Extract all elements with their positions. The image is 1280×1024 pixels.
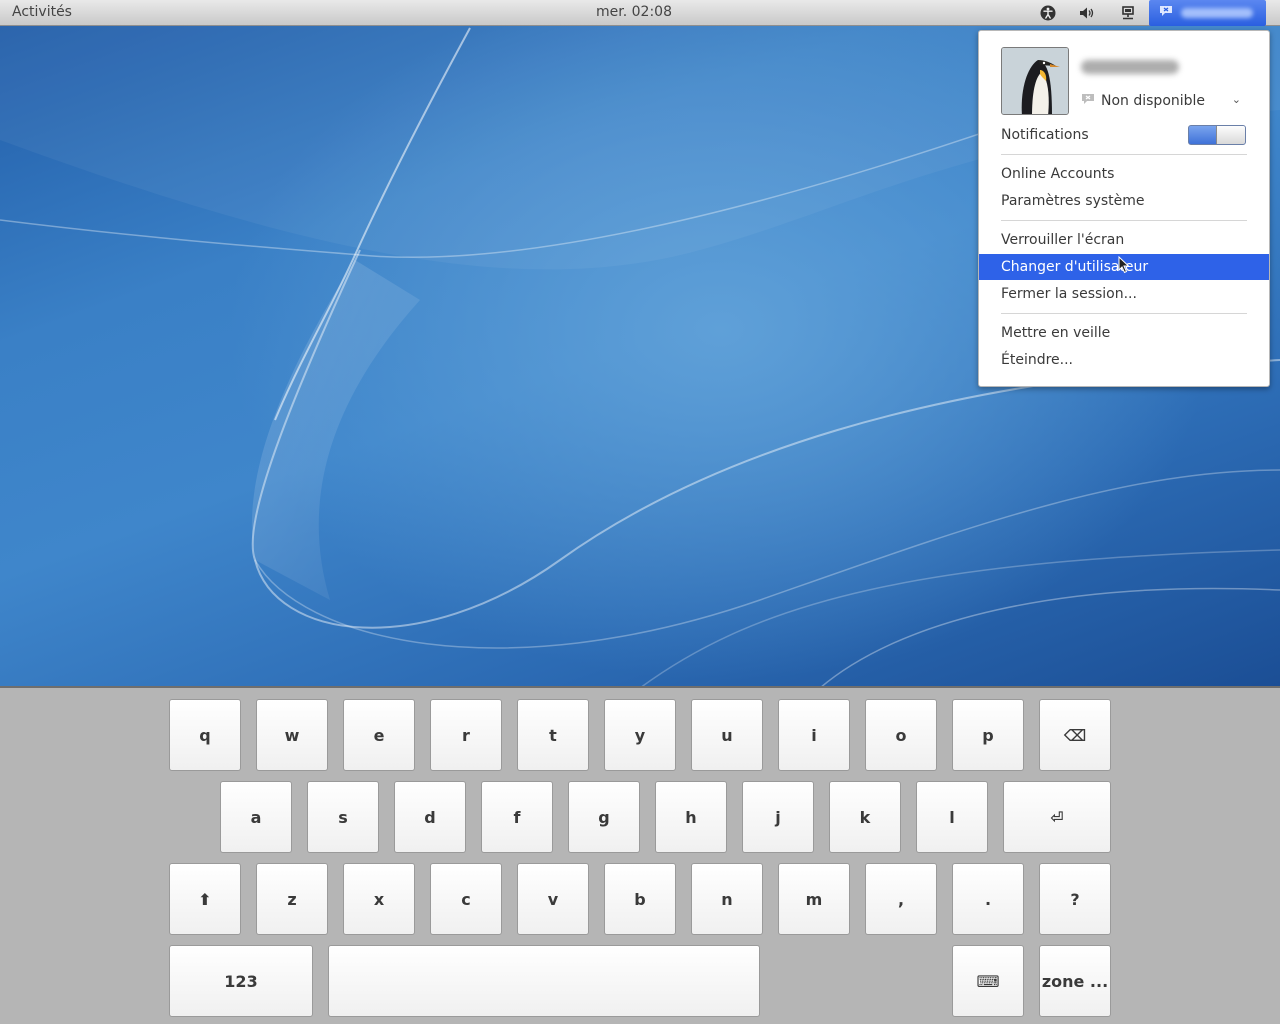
- accessibility-icon[interactable]: [1037, 3, 1059, 23]
- keyboard-hide-icon[interactable]: ⌨: [952, 945, 1024, 1017]
- key-e[interactable]: e: [343, 699, 415, 771]
- menu-item-online-accounts[interactable]: Online Accounts: [979, 161, 1269, 187]
- numbers-key[interactable]: 123: [169, 945, 313, 1017]
- chevron-down-icon: ⌄: [1231, 93, 1241, 106]
- menu-separator: [1001, 313, 1247, 314]
- key-n[interactable]: n: [691, 863, 763, 935]
- menu-item-label: Fermer la session...: [1001, 286, 1137, 302]
- key-period[interactable]: .: [952, 863, 1024, 935]
- key-u[interactable]: u: [691, 699, 763, 771]
- menu-separator: [1001, 220, 1247, 221]
- menu-item-lock-screen[interactable]: Verrouiller l'écran: [979, 227, 1269, 253]
- key-i[interactable]: i: [778, 699, 850, 771]
- key-j[interactable]: j: [742, 781, 814, 853]
- key-x[interactable]: x: [343, 863, 415, 935]
- key-f[interactable]: f: [481, 781, 553, 853]
- key-l[interactable]: l: [916, 781, 988, 853]
- key-c[interactable]: c: [430, 863, 502, 935]
- toggle-knob: [1216, 126, 1245, 144]
- menu-item-power-off[interactable]: Éteindre...: [979, 347, 1269, 373]
- menu-item-label: Verrouiller l'écran: [1001, 232, 1125, 248]
- menu-item-system-settings[interactable]: Paramètres système: [979, 188, 1269, 214]
- menu-item-suspend[interactable]: Mettre en veille: [979, 320, 1269, 346]
- key-t[interactable]: t: [517, 699, 589, 771]
- notifications-toggle[interactable]: [1188, 125, 1246, 145]
- key-a[interactable]: a: [220, 781, 292, 853]
- key-w[interactable]: w: [256, 699, 328, 771]
- on-screen-keyboard: q w e r t y u i o p ⌫ a s d f g h j k l …: [0, 686, 1280, 1024]
- busy-status-icon: [1081, 93, 1095, 109]
- menu-separator: [1001, 154, 1247, 155]
- username-blurred: [1181, 8, 1253, 18]
- key-y[interactable]: y: [604, 699, 676, 771]
- key-s[interactable]: s: [307, 781, 379, 853]
- notifications-label: Notifications: [1001, 127, 1089, 143]
- key-comma[interactable]: ,: [865, 863, 937, 935]
- shift-key[interactable]: ⬆: [169, 863, 241, 935]
- key-k[interactable]: k: [829, 781, 901, 853]
- key-z[interactable]: z: [256, 863, 328, 935]
- key-q[interactable]: q: [169, 699, 241, 771]
- menu-item-label: Éteindre...: [1001, 352, 1074, 368]
- user-menu-button[interactable]: [1149, 0, 1266, 26]
- enter-key[interactable]: ⏎: [1003, 781, 1111, 853]
- user-avatar[interactable]: [1001, 47, 1069, 115]
- backspace-key[interactable]: ⌫: [1039, 699, 1111, 771]
- key-o[interactable]: o: [865, 699, 937, 771]
- mouse-cursor-icon: [1118, 255, 1130, 278]
- penguin-avatar-image: [1002, 48, 1068, 114]
- key-m[interactable]: m: [778, 863, 850, 935]
- menu-item-log-out[interactable]: Fermer la session...: [979, 281, 1269, 307]
- key-v[interactable]: v: [517, 863, 589, 935]
- space-key[interactable]: [328, 945, 760, 1017]
- key-r[interactable]: r: [430, 699, 502, 771]
- username-blurred: [1081, 60, 1179, 74]
- top-panel: Activités mer. 02:08: [0, 0, 1280, 26]
- menu-item-label: Online Accounts: [1001, 166, 1115, 182]
- key-b[interactable]: b: [604, 863, 676, 935]
- status-label: Non disponible: [1101, 93, 1206, 109]
- user-status-icon: [1159, 5, 1173, 21]
- network-icon[interactable]: [1117, 3, 1139, 23]
- menu-item-label: Paramètres système: [1001, 193, 1145, 209]
- key-p[interactable]: p: [952, 699, 1024, 771]
- key-d[interactable]: d: [394, 781, 466, 853]
- menu-item-label: Mettre en veille: [1001, 325, 1111, 341]
- user-menu-popup: Non disponible ⌄ Notifications Online Ac…: [978, 30, 1270, 387]
- key-g[interactable]: g: [568, 781, 640, 853]
- key-question[interactable]: ?: [1039, 863, 1111, 935]
- status-selector[interactable]: Non disponible ⌄: [1081, 91, 1249, 111]
- key-h[interactable]: h: [655, 781, 727, 853]
- volume-icon[interactable]: [1076, 3, 1098, 23]
- zone-key[interactable]: zone ...: [1039, 945, 1111, 1017]
